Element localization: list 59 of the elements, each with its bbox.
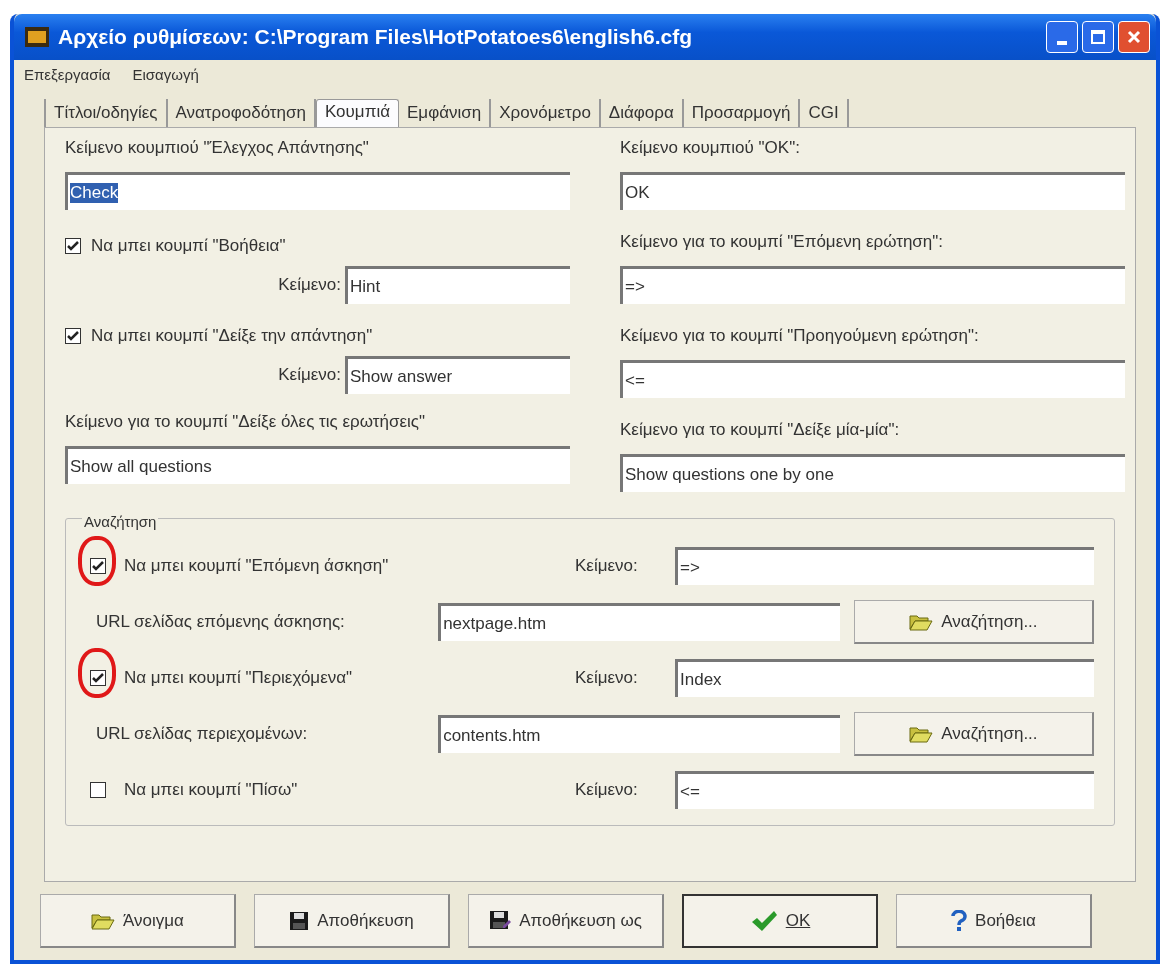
dialog-button[interactable]: OK <box>682 894 878 948</box>
checkbox[interactable] <box>90 670 106 686</box>
text-field[interactable]: Index <box>675 659 1094 697</box>
text-field[interactable]: Check <box>65 172 570 210</box>
app-icon <box>24 25 50 49</box>
field-label: Κείμενο κουμπιού "Έλεγχος Απάντησης" <box>65 138 370 159</box>
checkbox[interactable] <box>90 558 106 574</box>
help-icon <box>951 909 968 932</box>
menu-item[interactable]: Επεξεργασία <box>24 66 111 83</box>
field-label: URL σελίδας περιεχομένων: <box>95 724 309 744</box>
browse-button[interactable]: Αναζήτηση... <box>853 712 1094 756</box>
folder-icon <box>909 612 934 631</box>
menu-item[interactable]: Εισαγωγή <box>132 66 199 83</box>
field-label: Κείμενο για το κουμπί "Επόμενη ερώτηση": <box>620 232 945 253</box>
maximize-button[interactable] <box>1082 21 1114 53</box>
text-field[interactable]: <= <box>675 771 1094 809</box>
text-field[interactable]: => <box>675 547 1094 585</box>
window-title: Αρχείο ρυθμίσεων: C:\Program Files\HotPotatoes6\english6.cfg <box>58 25 694 49</box>
close-button[interactable] <box>1118 21 1150 53</box>
field-label: Κείμενο για το κουμπί "Δείξε όλες τις ερωτήσεις" <box>65 412 426 433</box>
field-label: Κείμενο για το κουμπί "Δείξε μία-μία": <box>620 420 901 441</box>
dialog-button[interactable]: Αποθήκευση ως <box>468 894 664 948</box>
checkbox-label: Να μπει κουμπί "Δείξε την απάντηση" <box>91 326 373 346</box>
dialog-button[interactable]: Βοήθεια <box>896 894 1092 948</box>
checkbox-label: Να μπει κουμπί "Πίσω" <box>124 780 298 800</box>
minimize-icon <box>1057 41 1067 45</box>
tab[interactable]: Κουμπιά <box>316 99 399 127</box>
text-field[interactable]: Hint <box>345 266 570 304</box>
checkbox[interactable] <box>65 238 81 254</box>
field-label: Κείμενο κουμπιού "OK": <box>620 138 801 159</box>
group-title: Αναζήτηση <box>82 513 159 530</box>
folder-icon <box>909 724 934 743</box>
checkbox-label: Να μπει κουμπί "Επόμενη άσκηση" <box>124 556 389 576</box>
url-field[interactable]: nextpage.htm <box>438 603 840 641</box>
text-field[interactable]: Show answer <box>345 356 570 394</box>
text-field[interactable]: Show questions one by one <box>620 454 1125 492</box>
dialog-button[interactable]: Αποθήκευση <box>254 894 450 948</box>
checkbox-label: Να μπει κουμπί "Περιεχόμενα" <box>124 668 353 688</box>
text-field[interactable]: Show all questions <box>65 446 570 484</box>
maximize-icon <box>1090 29 1106 45</box>
folder-icon <box>91 911 116 930</box>
dialog-button[interactable]: Άνοιγμα <box>40 894 236 948</box>
minimize-button[interactable] <box>1046 21 1078 53</box>
field-label: Κείμενο για το κουμπί "Προηγούμενη ερώτηση": <box>620 326 980 347</box>
field-label: Κείμενο: <box>575 556 639 576</box>
checkbox[interactable] <box>90 782 106 798</box>
checkbox-label: Να μπει κουμπί "Βοήθεια" <box>91 236 286 256</box>
field-label: Κείμενο: <box>278 365 341 385</box>
url-field[interactable]: contents.htm <box>438 715 840 753</box>
field-label: Κείμενο: <box>575 780 639 800</box>
field-label: Κείμενο: <box>278 275 341 295</box>
text-field[interactable]: <= <box>620 360 1125 398</box>
close-icon <box>1126 29 1142 45</box>
browse-button[interactable]: Αναζήτηση... <box>853 600 1094 644</box>
text-field[interactable]: OK <box>620 172 1125 210</box>
text-field[interactable]: => <box>620 266 1125 304</box>
field-label: Κείμενο: <box>575 668 639 688</box>
checkbox[interactable] <box>65 328 81 344</box>
field-label: URL σελίδας επόμενης άσκησης: <box>95 612 346 632</box>
